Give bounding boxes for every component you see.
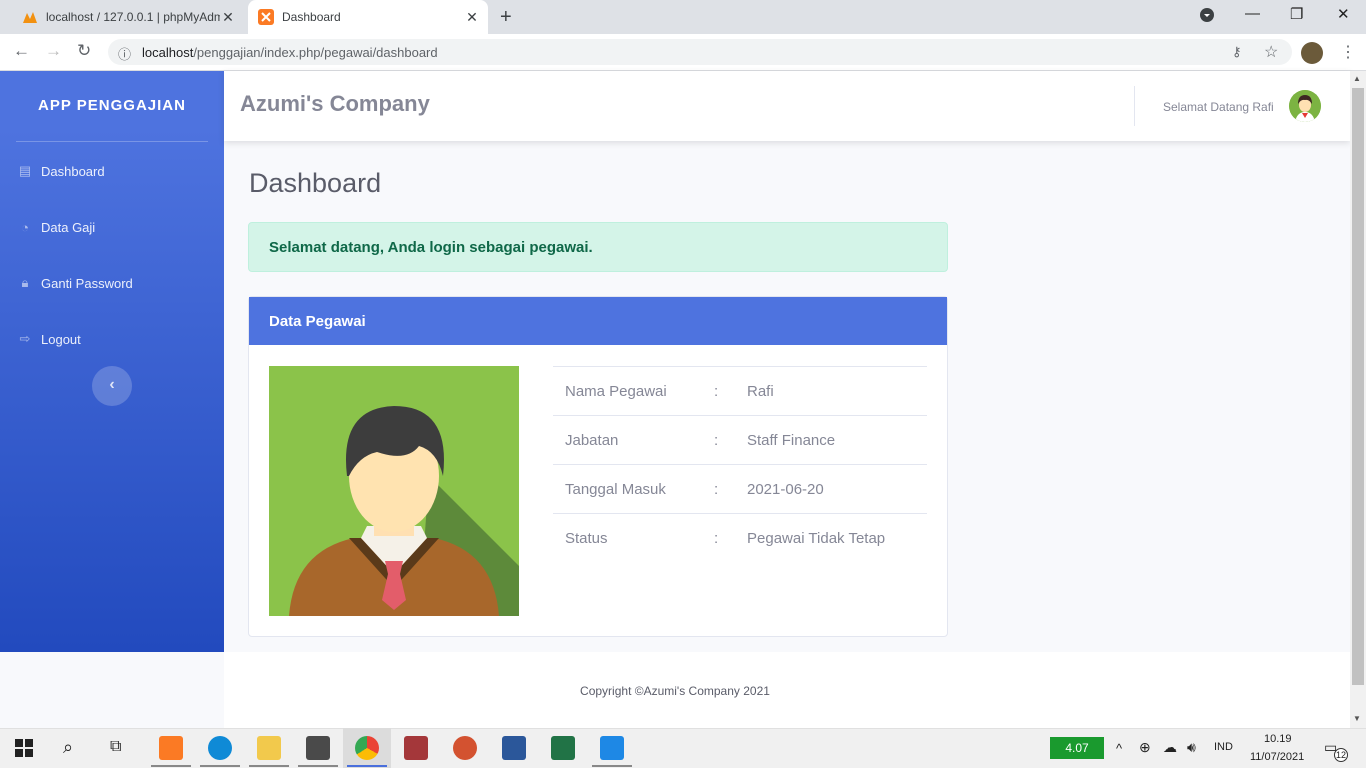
notification-count: 12 bbox=[1334, 748, 1348, 762]
running-indicator bbox=[151, 765, 191, 767]
person-avatar-icon bbox=[269, 366, 519, 616]
row-separator: : bbox=[714, 432, 719, 449]
avatar-icon bbox=[1289, 90, 1321, 122]
row-label: Nama Pegawai bbox=[565, 383, 667, 400]
sidebar-brand[interactable]: APP PENGGAJIAN bbox=[0, 97, 224, 114]
sidebar-item-data-gaji[interactable]: ◔ Data Gaji bbox=[16, 217, 95, 237]
tab-title: Dashboard bbox=[282, 10, 341, 24]
search-icon[interactable]: ⌕ bbox=[63, 737, 73, 758]
clock-time[interactable]: 10.19 bbox=[1264, 733, 1292, 745]
sidebar-item-label: Dashboard bbox=[41, 163, 105, 179]
row-label: Status bbox=[565, 530, 608, 547]
copyright-text: Copyright ©Azumi's Company 2021 bbox=[580, 684, 770, 698]
battery-meter[interactable]: 4.07 bbox=[1050, 737, 1104, 759]
sign-out-icon: ⇨ bbox=[19, 331, 31, 346]
phpmyadmin-icon bbox=[23, 12, 37, 23]
sidebar-item-ganti-password[interactable]: 🔒︎ Ganti Password bbox=[16, 273, 133, 293]
photos-icon[interactable] bbox=[600, 736, 624, 760]
info-icon[interactable]: ⓘ bbox=[118, 44, 131, 63]
scrollbar-thumb[interactable] bbox=[1352, 88, 1364, 685]
chrome-icon[interactable] bbox=[355, 736, 379, 760]
row-label: Jabatan bbox=[565, 432, 619, 449]
running-indicator bbox=[200, 765, 240, 767]
card-title: Data Pegawai bbox=[269, 313, 366, 330]
lock-icon: 🔒︎ bbox=[21, 275, 29, 290]
file-explorer-icon[interactable] bbox=[257, 736, 281, 760]
welcome-text[interactable]: Selamat Datang Rafi bbox=[1163, 100, 1274, 114]
page-title: Dashboard bbox=[249, 168, 382, 198]
row-value: 2021-06-20 bbox=[747, 481, 824, 498]
back-icon[interactable]: ← bbox=[13, 41, 30, 61]
volume-icon[interactable]: 🔊︎ bbox=[1187, 739, 1196, 756]
minimize-icon[interactable]: — bbox=[1245, 5, 1260, 22]
table-row: Tanggal Masuk : 2021-06-20 bbox=[553, 464, 927, 513]
sidebar-item-label: Data Gaji bbox=[41, 219, 96, 235]
scroll-down-icon[interactable]: ▼ bbox=[1353, 714, 1361, 723]
table-row: Jabatan : Staff Finance bbox=[553, 415, 927, 464]
profile-avatar[interactable] bbox=[1301, 42, 1323, 64]
browser-tab-dashboard[interactable]: Dashboard ✕ bbox=[248, 0, 488, 34]
row-label: Tanggal Masuk bbox=[565, 481, 666, 498]
language-indicator[interactable]: IND bbox=[1214, 741, 1233, 753]
windows-start-icon[interactable] bbox=[15, 739, 33, 762]
key-icon[interactable]: ⚷ bbox=[1232, 44, 1242, 60]
word-icon[interactable] bbox=[502, 736, 526, 760]
sidebar-item-label: Ganti Password bbox=[41, 275, 133, 291]
taskbar bbox=[0, 728, 1366, 768]
alert-text: Selamat datang, Anda login sebagai pegaw… bbox=[269, 239, 593, 256]
sidebar-item-dashboard[interactable]: ▤ Dashboard bbox=[16, 161, 105, 181]
tachometer-icon: ◔ bbox=[21, 219, 29, 235]
row-separator: : bbox=[714, 383, 719, 400]
browser-tab-phpmyadmin[interactable]: localhost / 127.0.0.1 | phpMyAdm ✕ bbox=[12, 0, 244, 34]
menu-icon[interactable]: ⋮ bbox=[1340, 42, 1356, 62]
sidebar-divider bbox=[16, 141, 208, 142]
star-icon[interactable]: ☆ bbox=[1264, 42, 1278, 62]
clock-date[interactable]: 11/07/2021 bbox=[1250, 751, 1304, 763]
powerpoint-icon[interactable] bbox=[453, 736, 477, 760]
employee-info-table: Nama Pegawai : Rafi Jabatan : Staff Fina… bbox=[553, 366, 927, 562]
row-value: Staff Finance bbox=[747, 432, 836, 449]
forward-icon[interactable]: → bbox=[45, 41, 62, 61]
user-avatar[interactable] bbox=[1289, 90, 1321, 122]
company-title: Azumi's Company bbox=[240, 91, 430, 116]
sidebar-toggle-button[interactable]: ‹ bbox=[92, 366, 132, 406]
network-icon[interactable]: ☁ bbox=[1163, 739, 1177, 756]
running-indicator bbox=[298, 765, 338, 767]
globe-icon[interactable]: ⊕ bbox=[1139, 739, 1151, 756]
xampp-icon bbox=[258, 9, 274, 25]
row-value: Rafi bbox=[747, 383, 774, 400]
table-row: Status : Pegawai Tidak Tetap bbox=[553, 513, 927, 562]
topbar-divider bbox=[1134, 86, 1135, 126]
row-separator: : bbox=[714, 530, 719, 547]
chevron-up-icon[interactable]: ^ bbox=[1116, 741, 1122, 756]
close-icon[interactable]: ✕ bbox=[464, 9, 480, 26]
employee-photo bbox=[269, 366, 519, 616]
access-icon[interactable] bbox=[404, 736, 428, 760]
xampp-taskbar-icon[interactable] bbox=[159, 736, 183, 760]
reload-icon[interactable]: ↻ bbox=[77, 41, 91, 61]
running-indicator bbox=[592, 765, 632, 767]
profile-dropdown-icon[interactable] bbox=[1200, 8, 1214, 26]
url-text[interactable]: localhost/penggajian/index.php/pegawai/d… bbox=[142, 45, 438, 60]
sublime-text-icon[interactable] bbox=[306, 736, 330, 760]
row-separator: : bbox=[714, 481, 719, 498]
sidebar-item-label: Logout bbox=[41, 331, 81, 347]
edge-icon[interactable] bbox=[208, 736, 232, 760]
new-tab-icon[interactable]: + bbox=[500, 6, 512, 29]
tab-title: localhost / 127.0.0.1 | phpMyAdm bbox=[46, 10, 220, 24]
row-value: Pegawai Tidak Tetap bbox=[747, 530, 886, 547]
close-icon[interactable]: ✕ bbox=[220, 9, 236, 26]
running-indicator bbox=[347, 765, 387, 767]
task-view-icon[interactable]: ⧉ bbox=[110, 738, 121, 756]
scroll-up-icon[interactable]: ▲ bbox=[1353, 74, 1361, 83]
window-close-icon[interactable]: ✕ bbox=[1337, 5, 1350, 23]
sidebar bbox=[0, 71, 224, 652]
table-row: Nama Pegawai : Rafi bbox=[553, 366, 927, 415]
excel-icon[interactable] bbox=[551, 736, 575, 760]
maximize-icon[interactable]: ❐ bbox=[1290, 5, 1303, 23]
dashboard-icon: ▤ bbox=[18, 163, 32, 178]
sidebar-item-logout[interactable]: ⇨ Logout bbox=[16, 329, 81, 349]
running-indicator bbox=[249, 765, 289, 767]
